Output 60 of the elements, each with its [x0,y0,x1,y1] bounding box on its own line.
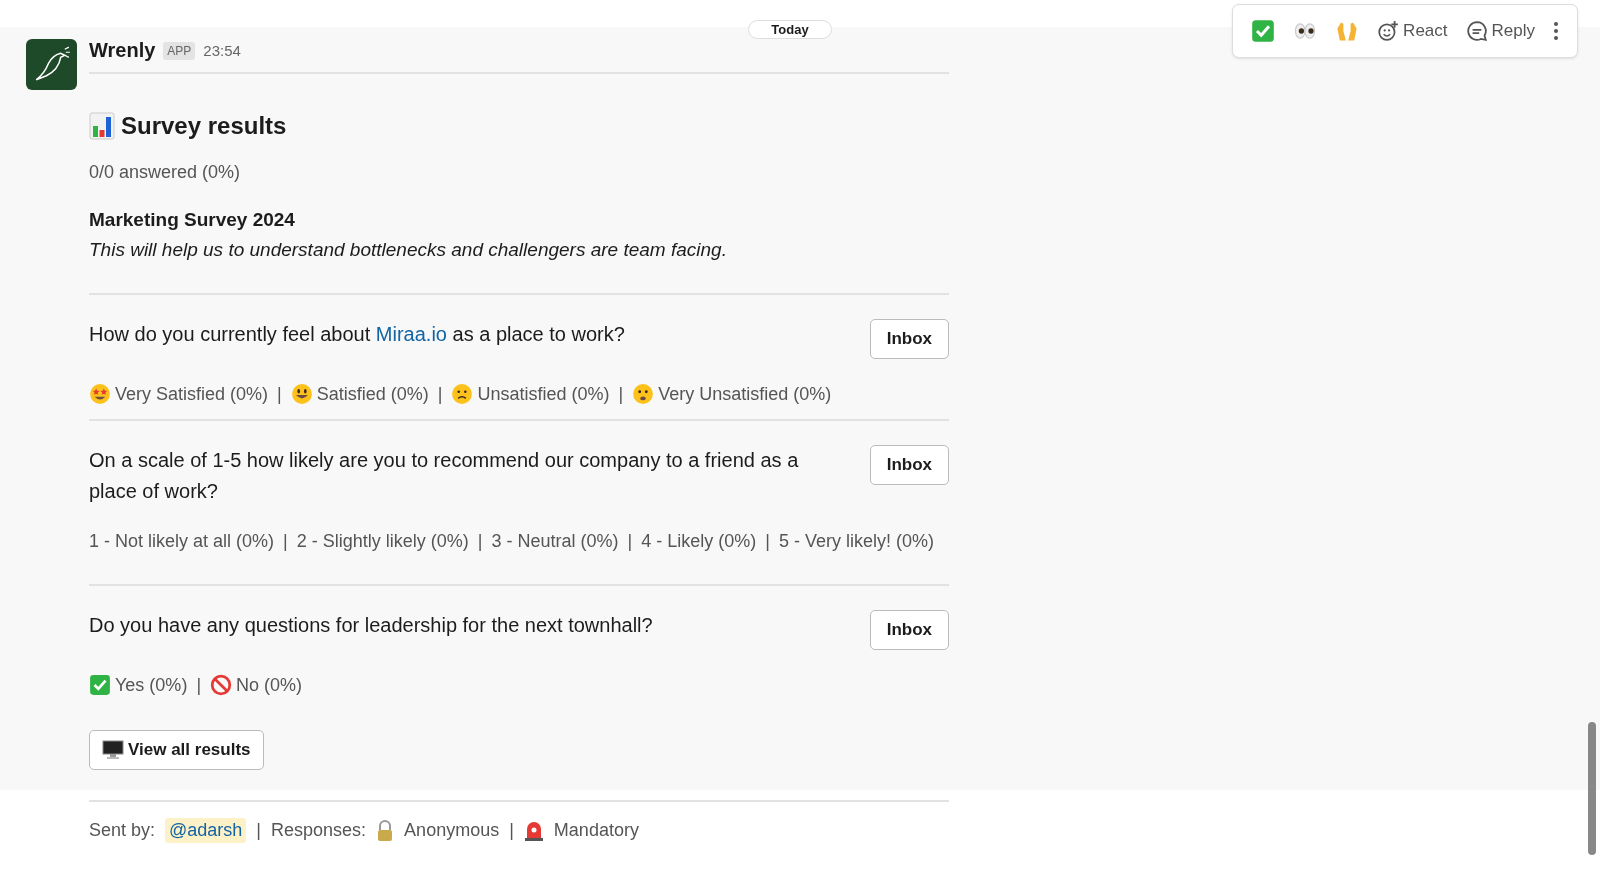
add-reaction-icon [1377,20,1400,42]
grinning-face-icon [290,383,313,405]
sender-name[interactable]: Wrenly [89,39,156,62]
app-badge: APP [163,41,196,60]
monitor-icon [102,740,124,760]
frowning-face-icon [451,383,474,405]
inbox-button[interactable]: Inbox [869,319,949,359]
siren-icon [523,819,544,842]
responses-label: Responses: [271,820,367,841]
more-options-icon[interactable] [1553,20,1559,42]
separator: | [509,820,514,841]
option-result: 5 - Very likely! (0%) [778,531,934,552]
survey-title: Marketing Survey 2024 [89,209,296,231]
separator: | [618,383,624,405]
check-mark-icon [89,674,111,696]
message-time[interactable]: 23:54 [203,42,241,59]
toolbar-action-button[interactable]: Reply [1465,20,1535,42]
speech-bubble-icon [1465,20,1488,42]
lock-icon [376,819,395,842]
separator: | [277,383,282,405]
answered-count: 0/0 answered (0%) [89,162,242,183]
bird-logo-avatar[interactable] [26,39,77,90]
question-text: How do you currently feel about Miraa.io as a place to work? [89,322,625,347]
sent-by-label: Sent by: [89,820,156,841]
check-mark-icon [1251,19,1276,43]
separator: | [437,383,443,405]
scrollbar[interactable] [1588,722,1596,855]
bar-chart-icon [89,112,115,140]
option-result: 2 - Slightly likely (0%) [296,531,469,552]
company-link[interactable]: Miraa.io [375,323,447,345]
option-result: Yes (0%) [115,674,188,696]
separator: | [256,820,262,841]
toolbar-action-button[interactable]: React [1377,20,1448,42]
separator: | [196,674,202,696]
separator: | [283,531,288,552]
separator: | [477,531,483,552]
anonymous-label: Anonymous [404,820,500,841]
option-result: No (0%) [236,674,303,696]
inbox-button[interactable]: Inbox [869,445,949,485]
mandatory-label: Mandatory [553,820,639,841]
option-result: 1 - Not likely at all (0%) [89,531,275,552]
option-result: Unsatisfied (0%) [477,383,610,405]
question-text: On a scale of 1-5 how likely are you to recommend our company to a friend as a place of work? [89,448,800,504]
option-result: Very Satisfied (0%) [115,383,269,405]
inbox-button[interactable]: Inbox [869,610,949,650]
survey-description: This will help us to understand bottlenecks and challengers are team facing. [89,239,949,295]
option-result: 4 - Likely (0%) [641,531,757,552]
separator: | [765,531,770,552]
option-result: Very Unsatisfied (0%) [658,383,832,405]
anguished-face-icon [632,383,655,405]
separator: | [627,531,633,552]
date-divider[interactable]: Today [748,20,832,39]
prohibited-icon [210,674,233,696]
option-result: Satisfied (0%) [316,383,429,405]
option-result: 3 - Neutral (0%) [491,531,619,552]
star-eyed-face-icon [89,383,111,405]
view-results-button[interactable]: View all results [89,730,264,770]
user-mention[interactable]: @adarsh [165,818,247,843]
question-text: Do you have any questions for leadership for the next townhall? [89,613,653,638]
message-title: Survey results [121,112,287,140]
